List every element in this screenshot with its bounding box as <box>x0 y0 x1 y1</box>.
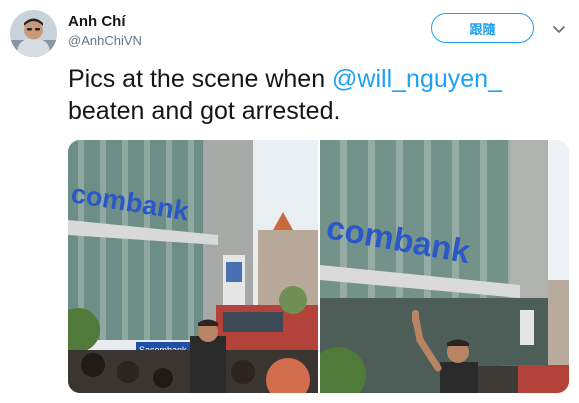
profile-photo-icon <box>10 10 57 57</box>
photo-1-image: combank Sacombank <box>68 140 318 393</box>
photo-2-image: combank <box>320 140 569 393</box>
tweet-text: Pics at the scene when @will_nguyen_ bea… <box>68 63 558 127</box>
display-name[interactable]: Anh Chí <box>68 13 126 30</box>
photo-grid: combank Sacombank <box>68 140 569 393</box>
avatar[interactable] <box>10 10 57 57</box>
tweet-text-prefix: Pics at the scene when <box>68 65 333 93</box>
photo-2[interactable]: combank <box>320 140 569 393</box>
user-handle[interactable]: @AnhChiVN <box>68 33 142 48</box>
photo-1[interactable]: combank Sacombank <box>68 140 318 393</box>
mention-link[interactable]: @will_nguyen_ <box>332 65 502 93</box>
follow-button[interactable]: 跟隨 <box>431 13 534 43</box>
tweet-text-suffix: beaten and got arrested. <box>68 97 341 125</box>
chevron-down-icon[interactable] <box>550 20 568 38</box>
